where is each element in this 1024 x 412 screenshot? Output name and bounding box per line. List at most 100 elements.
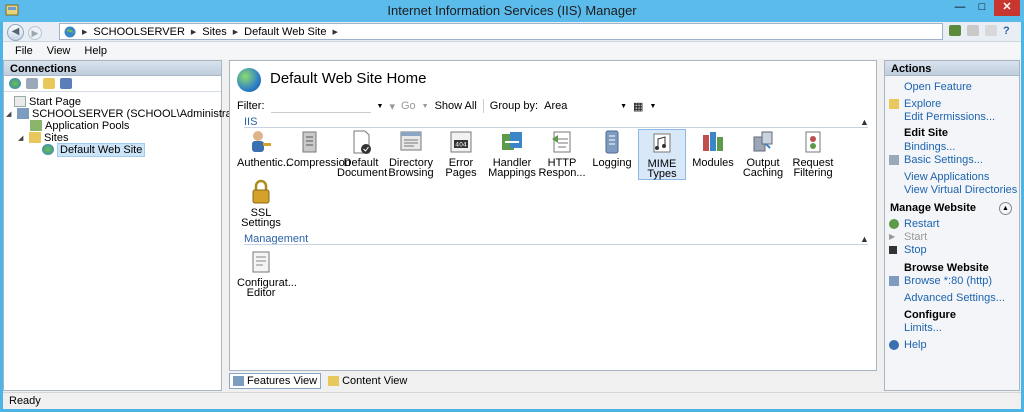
features-pane: Default Web Site Home Filter: ▼ ▾ Go ▼ S… — [229, 60, 877, 371]
divider — [244, 244, 868, 245]
browse-icon — [889, 276, 899, 286]
status-text: Ready — [9, 395, 41, 407]
go-button[interactable]: Go — [401, 100, 416, 112]
configuration-editor-icon — [248, 249, 274, 275]
globe-icon — [237, 68, 261, 92]
filter-bar: Filter: ▼ ▾ Go ▼ Show All Group by: Area… — [237, 98, 871, 114]
feature-ssl-settings[interactable]: SSL Settings — [237, 179, 285, 229]
restart-icon — [889, 219, 899, 229]
start-page-icon — [14, 96, 26, 107]
feature-default-document[interactable]: Default Document — [337, 129, 387, 179]
collapse-icon[interactable]: ▲ — [860, 234, 869, 244]
feature-configuration-editor[interactable]: Configurat... Editor — [237, 249, 297, 299]
actions-panel: Actions Open Feature Explore Edit Permis… — [884, 60, 1020, 391]
crumb-server[interactable]: SCHOOLSERVER — [93, 26, 185, 38]
crumb-sites[interactable]: Sites — [202, 26, 226, 38]
chevron-right-icon: ▶ — [190, 29, 197, 36]
feature-authentication[interactable]: Authentic... — [237, 129, 292, 169]
menu-file[interactable]: File — [15, 45, 33, 57]
chevron-right-icon: ▶ — [82, 29, 88, 36]
save-icon[interactable] — [26, 78, 38, 89]
forward-button[interactable]: ▶ — [28, 26, 42, 40]
view-mode-icon[interactable]: ▦ — [633, 100, 643, 113]
connections-header: Connections — [4, 61, 221, 76]
back-button[interactable]: ◀ — [7, 24, 24, 41]
chevron-down-icon[interactable]: ▼ — [620, 103, 627, 110]
group-by-select[interactable]: Area — [544, 100, 614, 112]
feature-output-caching[interactable]: Output Caching — [739, 129, 787, 179]
connect-globe-icon[interactable] — [9, 78, 21, 89]
feature-error-pages[interactable]: 404 Error Pages — [437, 129, 485, 179]
feature-request-filtering[interactable]: Request Filtering — [789, 129, 837, 179]
feature-directory-browsing[interactable]: Directory Browsing — [387, 129, 435, 179]
divider — [244, 127, 868, 128]
breadcrumb[interactable]: ▶ SCHOOLSERVER ▶ Sites ▶ Default Web Sit… — [59, 23, 943, 40]
divider — [482, 99, 484, 113]
lock-icon — [248, 179, 274, 205]
feature-compression[interactable]: Compression — [286, 129, 351, 169]
show-all-button[interactable]: Show All — [435, 100, 477, 112]
svg-text:404: 404 — [455, 142, 467, 149]
help-icon[interactable]: ? — [1003, 25, 1010, 37]
logging-icon — [599, 129, 625, 155]
title-bar: Internet Information Services (IIS) Mana… — [0, 0, 1024, 22]
menu-bar: File View Help — [3, 42, 1021, 59]
feature-mime-types[interactable]: MIME Types — [638, 129, 686, 180]
settings-icon — [889, 155, 899, 165]
document-check-icon — [348, 129, 374, 155]
modules-icon — [700, 129, 726, 155]
minimize-button[interactable]: — — [950, 0, 970, 16]
directory-browsing-icon — [398, 129, 424, 155]
feature-handler-mappings[interactable]: Handler Mappings — [488, 129, 536, 179]
tree-default-web-site[interactable]: Default Web Site — [42, 142, 146, 157]
maximize-button[interactable]: □ — [972, 0, 992, 16]
address-bar: ◀ ▶ ▶ SCHOOLSERVER ▶ Sites ▶ Default Web… — [3, 22, 1021, 42]
tab-content-view[interactable]: Content View — [325, 374, 410, 388]
expand-icon[interactable]: ◢ — [6, 110, 14, 118]
filter-input[interactable] — [270, 99, 371, 113]
collapse-icon[interactable]: ▲ — [860, 117, 869, 127]
app-pools-icon — [30, 120, 42, 131]
error-page-icon: 404 — [448, 129, 474, 155]
folder-icon — [889, 99, 899, 109]
help-icon — [889, 340, 899, 350]
output-caching-icon — [750, 129, 776, 155]
feature-http-response-headers[interactable]: HTTP Respon... — [538, 129, 586, 179]
close-button[interactable]: ✕ — [994, 0, 1020, 16]
connections-panel: Connections Start Page ◢ SCHOOLSERVER (S… — [3, 60, 248, 391]
http-headers-icon — [549, 129, 575, 155]
refresh-icon[interactable] — [985, 25, 997, 36]
handler-mappings-icon — [499, 129, 525, 155]
connect-icon[interactable] — [949, 25, 961, 36]
chevron-right-icon: ▶ — [332, 29, 338, 36]
feature-logging[interactable]: Logging — [588, 129, 636, 169]
globe-icon — [64, 26, 76, 38]
server-icon — [17, 108, 29, 119]
up-folder-icon[interactable] — [43, 78, 55, 89]
stop-icon[interactable] — [967, 25, 979, 36]
view-tabs: Features View Content View — [228, 373, 878, 389]
funnel-icon: ▾ — [389, 100, 395, 113]
filter-label: Filter: — [237, 100, 265, 112]
feature-modules[interactable]: Modules — [689, 129, 737, 169]
chevron-down-icon[interactable]: ▼ — [422, 103, 429, 110]
compression-icon — [297, 129, 323, 155]
chevron-down-icon[interactable]: ▼ — [377, 103, 384, 110]
page-title: Default Web Site Home — [270, 70, 427, 87]
tab-features-view[interactable]: Features View — [229, 373, 322, 389]
delete-connection-icon[interactable] — [60, 78, 72, 89]
crumb-site[interactable]: Default Web Site — [244, 26, 326, 38]
menu-view[interactable]: View — [47, 45, 71, 57]
sites-folder-icon — [29, 132, 41, 143]
menu-help[interactable]: Help — [84, 45, 107, 57]
chevron-down-icon[interactable]: ▼ — [649, 103, 656, 110]
users-key-icon — [248, 129, 274, 155]
expand-icon[interactable]: ◢ — [18, 134, 26, 142]
content-view-icon — [328, 376, 340, 386]
chevron-right-icon: ▶ — [232, 29, 239, 36]
connections-toolbar — [4, 76, 221, 92]
window-title: Internet Information Services (IIS) Mana… — [387, 3, 637, 18]
mime-types-icon — [649, 130, 675, 156]
chevron-up-icon[interactable]: ▲ — [999, 202, 1012, 215]
globe-icon — [42, 144, 54, 155]
